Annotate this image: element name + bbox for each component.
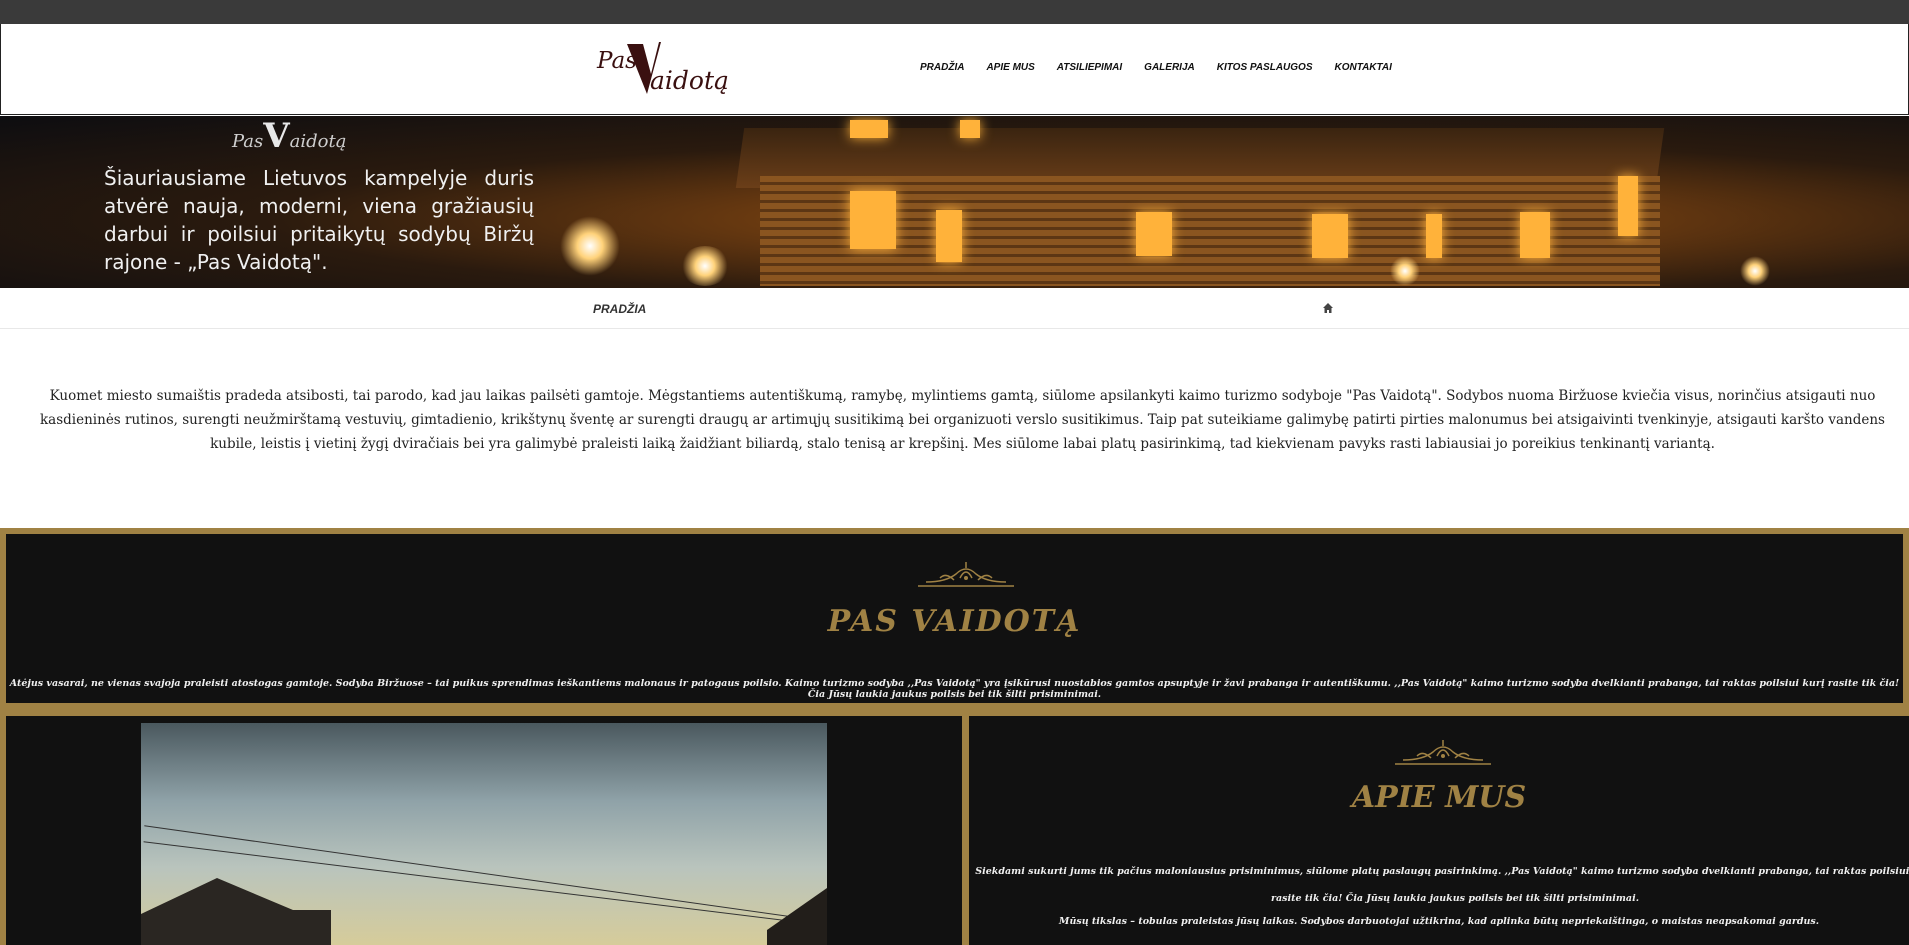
hero-logo-v: V <box>263 116 290 156</box>
house-photo <box>141 723 827 945</box>
hero-window <box>850 120 888 138</box>
photo-house-right <box>767 888 827 945</box>
logo-text-aidota: aidotą <box>650 66 729 95</box>
breadcrumb-current: PRADŽIA <box>593 302 647 316</box>
home-icon[interactable] <box>1322 302 1334 314</box>
nav-item-kitos-paslaugos[interactable]: KITOS PASLAUGOS <box>1217 62 1313 73</box>
ornament-icon <box>1395 740 1491 765</box>
hero-logo-pas: Pas <box>232 131 264 152</box>
hero-window <box>960 120 980 138</box>
hero-window <box>1426 214 1442 258</box>
section-title: PAS VAIDOTĄ <box>827 604 1082 639</box>
nav-item-atsiliepimai[interactable]: ATSILIEPIMAI <box>1057 62 1122 73</box>
hero-slogan: Šiauriausiame Lietuvos kampelyje duris a… <box>104 166 534 274</box>
hero-window <box>1618 176 1638 236</box>
hero-lamp-light <box>560 216 620 276</box>
hero-window <box>850 191 896 249</box>
nav-item-apie-mus[interactable]: APIE MUS <box>986 62 1034 73</box>
hero-lamp-light <box>1390 256 1420 286</box>
hero-window <box>1520 212 1550 258</box>
hero-logo: PasVaidotą <box>232 116 346 156</box>
site-logo[interactable]: Pas aidotą <box>597 40 747 100</box>
browser-top-bar <box>0 0 1909 24</box>
breadcrumb: PRADŽIA <box>0 288 1909 329</box>
hero-lamp-light <box>1740 256 1770 286</box>
hero-lamp-light <box>680 246 730 286</box>
hero-window <box>936 210 962 262</box>
intro-text: Kuomet miesto sumaištis pradeda atsibost… <box>40 388 1885 452</box>
nav-item-pradzia[interactable]: PRADŽIA <box>920 62 964 73</box>
section-text: Atėjus vasarai, ne vienas svajoja pralei… <box>9 678 1900 700</box>
hero-window <box>1312 214 1348 258</box>
about-goal-text: Mūsų tikslas – tobulas praleistas jūsų l… <box>1058 916 1820 927</box>
about-text: Siekdami sukurti jums tik pačius malonia… <box>975 866 1909 904</box>
hero-banner: PasVaidotą Šiauriausiame Lietuvos kampel… <box>0 116 1909 288</box>
ornament-icon <box>918 562 1014 587</box>
hero-logo-aidota: aidotą <box>289 131 347 152</box>
photo-house-left <box>141 878 331 945</box>
about-title: APIE MUS <box>1351 780 1527 815</box>
hero-window <box>1136 212 1172 256</box>
about-section: APIE MUS Siekdami sukurti jums tik pačiu… <box>969 716 1909 945</box>
nav-item-galerija[interactable]: GALERIJA <box>1144 62 1195 73</box>
pas-vaidota-section: PAS VAIDOTĄ Atėjus vasarai, ne vienas sv… <box>0 528 1909 709</box>
nav-item-kontaktai[interactable]: KONTAKTAI <box>1335 62 1392 73</box>
main-nav: PRADŽIA APIE MUS ATSILIEPIMAI GALERIJA K… <box>920 62 1392 73</box>
